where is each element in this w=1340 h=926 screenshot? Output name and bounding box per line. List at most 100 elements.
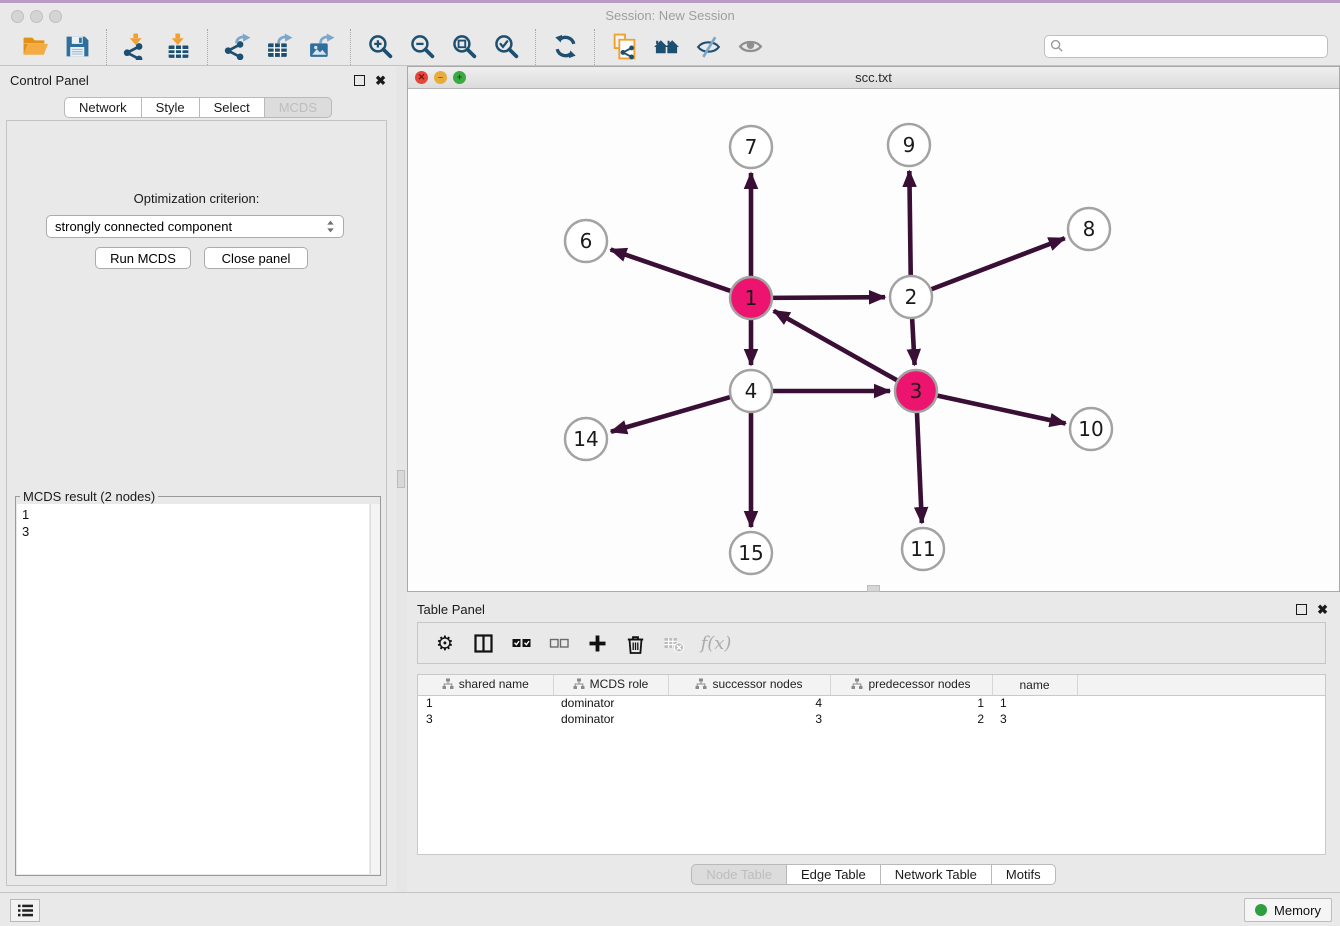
column-header-successor-nodes[interactable]: successor nodes (668, 675, 830, 695)
memory-label: Memory (1274, 903, 1321, 918)
deselect-all-button[interactable] (544, 628, 574, 658)
import-table-button[interactable] (157, 31, 199, 63)
graph-node-9[interactable]: 9 (888, 124, 930, 166)
task-history-button[interactable] (10, 899, 40, 922)
table-cell[interactable]: 3 (992, 711, 1077, 727)
graph-node-15[interactable]: 15 (730, 532, 772, 574)
column-header-shared-name[interactable]: shared name (418, 675, 553, 695)
table-cell[interactable]: dominator (553, 695, 668, 711)
open-session-button[interactable] (14, 31, 56, 63)
tab-network[interactable]: Network (64, 97, 141, 118)
table-tabs: Node TableEdge TableNetwork TableMotifs (407, 864, 1340, 885)
show-details-button[interactable] (729, 31, 771, 63)
graph-edge-1-2[interactable] (770, 297, 885, 298)
graph-edge-3-1[interactable] (774, 311, 900, 382)
tab-motifs[interactable]: Motifs (991, 864, 1056, 885)
column-type-icon (573, 678, 585, 690)
split-view-icon (473, 633, 494, 654)
delete-column-button[interactable] (620, 628, 650, 658)
graph-node-7[interactable]: 7 (730, 126, 772, 168)
table-cell[interactable]: dominator (553, 711, 668, 727)
control-panel: Control Panel ✖ NetworkStyleSelectMCDS O… (0, 66, 396, 892)
refresh-layout-button[interactable] (544, 31, 586, 63)
select-all-button[interactable] (506, 628, 536, 658)
graph-node-8[interactable]: 8 (1068, 208, 1110, 250)
graph-node-label: 7 (745, 135, 758, 159)
graph-node-11[interactable]: 11 (902, 528, 944, 570)
select-all-icon (511, 633, 532, 654)
network-canvas[interactable]: 7 9 6 8 1 2 4 3 14 10 15 11 (408, 89, 1339, 591)
export-image-button[interactable] (300, 31, 342, 63)
graph-edge-4-14[interactable] (611, 396, 733, 431)
network-window-titlebar[interactable]: ✕ – + scc.txt (408, 67, 1339, 89)
split-view-button[interactable] (468, 628, 498, 658)
tab-network-table[interactable]: Network Table (880, 864, 991, 885)
float-table-panel-icon[interactable] (1296, 604, 1307, 615)
settings-button[interactable]: ⚙ (430, 628, 460, 658)
graph-node-label: 14 (573, 427, 598, 451)
graph-node-1[interactable]: 1 (730, 277, 772, 319)
run-mcds-button[interactable]: Run MCDS (95, 247, 191, 269)
export-network-button[interactable] (216, 31, 258, 63)
graph-edge-3-10[interactable] (935, 395, 1066, 423)
graph-node-14[interactable]: 14 (565, 418, 607, 460)
mcds-result-list[interactable]: 1 3 (17, 504, 369, 874)
zoom-in-button[interactable] (359, 31, 401, 63)
hide-details-button[interactable] (687, 31, 729, 63)
table-cell[interactable]: 1 (418, 695, 553, 711)
tab-select[interactable]: Select (199, 97, 264, 118)
tab-node-table[interactable]: Node Table (691, 864, 786, 885)
table-panel-title: Table Panel (417, 602, 485, 617)
table-cell[interactable]: 1 (992, 695, 1077, 711)
result-scrollbar[interactable] (370, 504, 380, 874)
zoom-selected-button[interactable] (485, 31, 527, 63)
network-overview-button[interactable] (603, 31, 645, 63)
graph-edge-2-3[interactable] (912, 316, 915, 365)
close-panel-button[interactable]: Close panel (204, 247, 308, 269)
column-header-predecessor-nodes[interactable]: predecessor nodes (830, 675, 992, 695)
column-header-name[interactable]: name (992, 675, 1077, 695)
table-cell[interactable]: 3 (668, 711, 830, 727)
search-input[interactable] (1044, 35, 1328, 58)
graph-edge-2-8[interactable] (929, 238, 1065, 290)
float-panel-icon[interactable] (354, 75, 365, 86)
network-graph[interactable]: 7 9 6 8 1 2 4 3 14 10 15 11 (408, 89, 1339, 592)
add-column-button[interactable] (582, 628, 612, 658)
memory-button[interactable]: Memory (1244, 898, 1332, 922)
table-row[interactable]: 3dominator323 (418, 711, 1325, 727)
graph-edge-2-9[interactable] (909, 171, 910, 278)
vertical-splitter[interactable] (396, 66, 407, 892)
graph-node-6[interactable]: 6 (565, 220, 607, 262)
graph-node-3[interactable]: 3 (895, 370, 937, 412)
tab-style[interactable]: Style (141, 97, 199, 118)
horizontal-splitter-handle[interactable] (867, 585, 880, 592)
graph-edge-3-11[interactable] (917, 410, 922, 523)
export-table-button[interactable] (258, 31, 300, 63)
zoom-out-button[interactable] (401, 31, 443, 63)
graph-node-label: 8 (1083, 217, 1096, 241)
node-table: shared nameMCDS rolesuccessor nodesprede… (417, 674, 1326, 855)
import-network-button[interactable] (115, 31, 157, 63)
tab-edge-table[interactable]: Edge Table (786, 864, 880, 885)
close-panel-icon[interactable]: ✖ (375, 75, 386, 86)
table-cell[interactable]: 4 (668, 695, 830, 711)
graph-node-2[interactable]: 2 (890, 276, 932, 318)
vertical-splitter-handle[interactable] (397, 470, 405, 488)
criterion-dropdown[interactable]: strongly connected component (46, 215, 344, 238)
show-details-icon (737, 33, 764, 60)
zoom-fit-button[interactable] (443, 31, 485, 63)
save-session-button[interactable] (56, 31, 98, 63)
tab-mcds[interactable]: MCDS (264, 97, 332, 118)
table-cell[interactable]: 1 (830, 695, 992, 711)
table-row[interactable]: 1dominator411 (418, 695, 1325, 711)
list-icon (17, 903, 34, 918)
graph-edge-1-6[interactable] (611, 249, 733, 291)
graph-node-10[interactable]: 10 (1070, 408, 1112, 450)
graph-node-4[interactable]: 4 (730, 370, 772, 412)
home-layout-button[interactable] (645, 31, 687, 63)
toolbar-group (6, 29, 106, 65)
table-cell[interactable]: 3 (418, 711, 553, 727)
table-cell[interactable]: 2 (830, 711, 992, 727)
close-table-panel-icon[interactable]: ✖ (1317, 604, 1328, 615)
column-header-MCDS-role[interactable]: MCDS role (553, 675, 668, 695)
